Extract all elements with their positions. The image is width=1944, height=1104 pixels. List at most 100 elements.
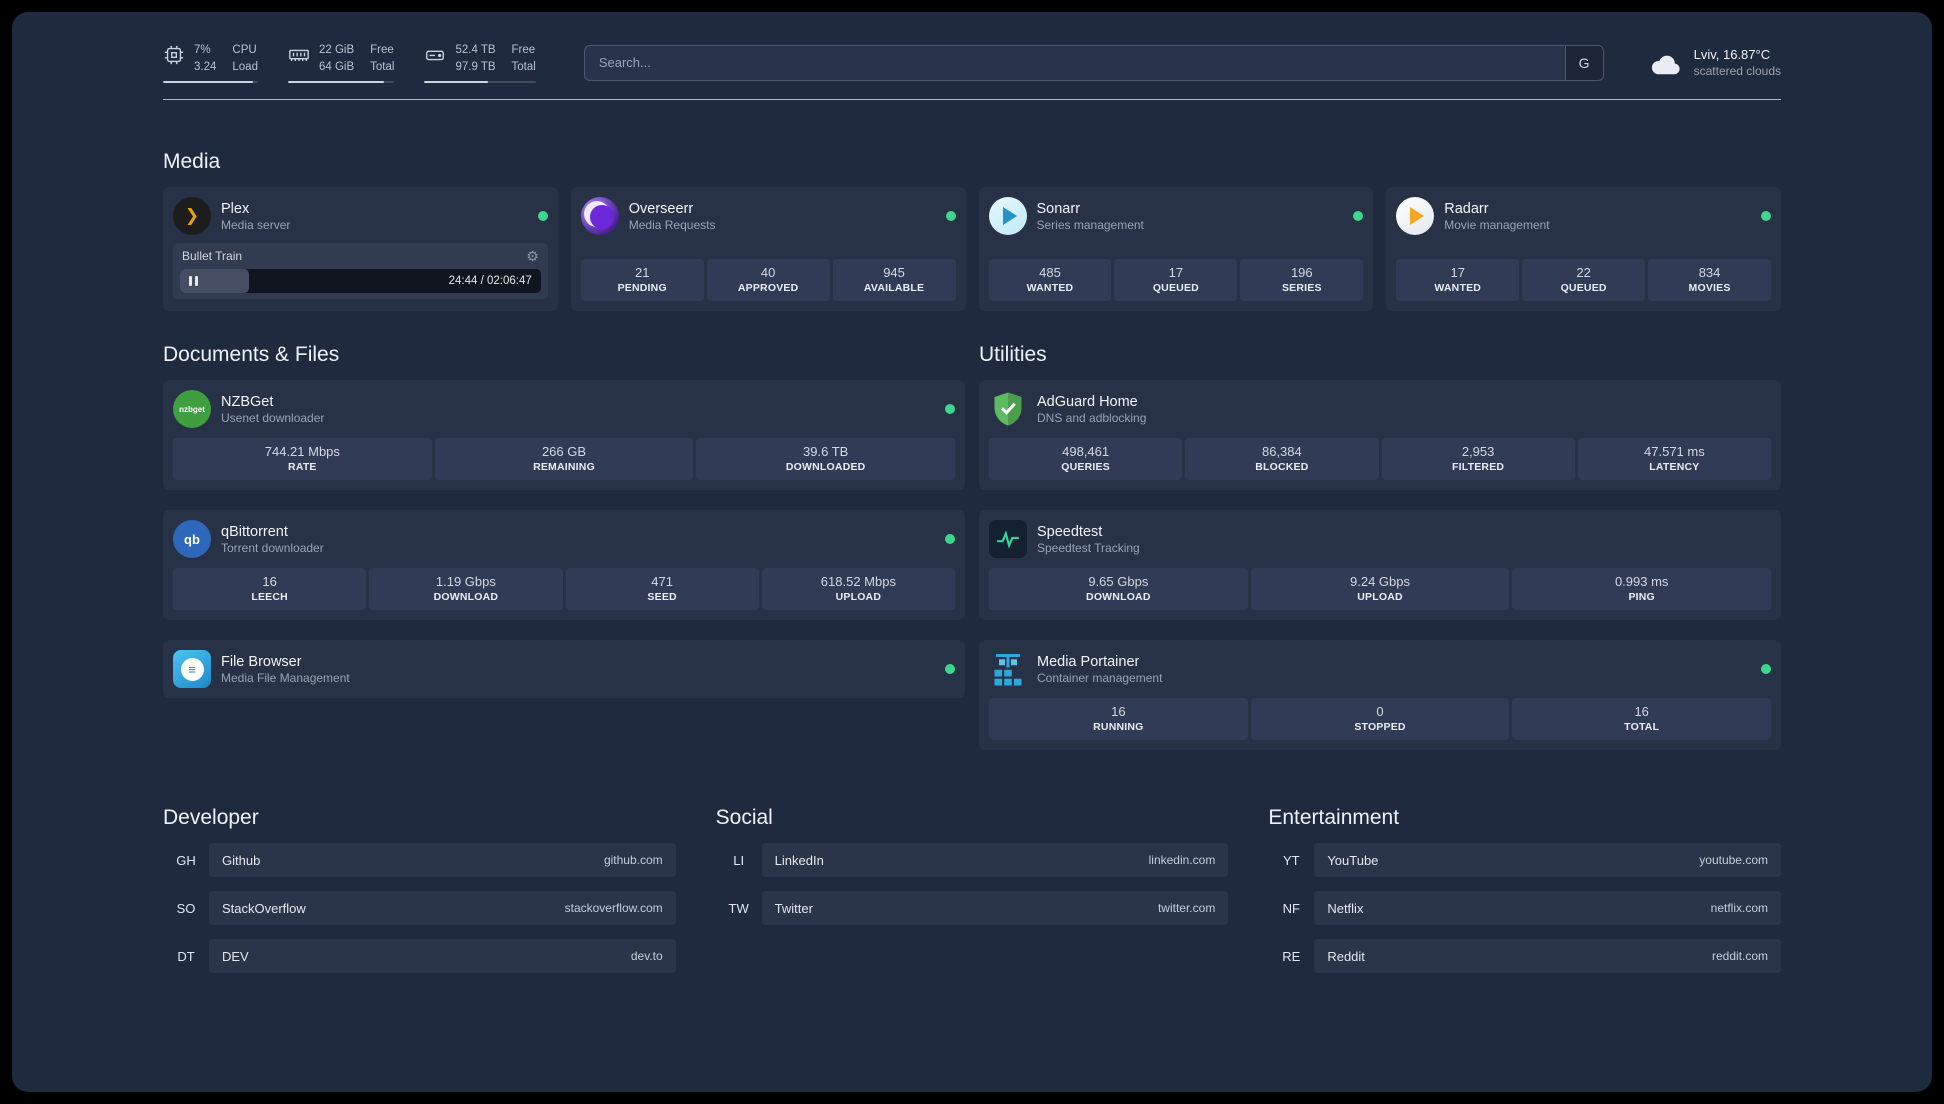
bookmark-dev[interactable]: DT DEV dev.to — [163, 939, 676, 974]
cpu-load-value: 3.24 — [194, 60, 217, 73]
service-card-overseerr[interactable]: Overseerr Media Requests 21 PENDING 40 A… — [570, 187, 966, 312]
service-card-filebrowser[interactable]: ≡ File Browser Media File Management — [163, 640, 965, 699]
bookmark-link[interactable]: DEV dev.to — [209, 939, 676, 974]
adguard-shield-icon — [989, 390, 1027, 428]
status-dot — [945, 534, 955, 545]
service-card-qbittorrent[interactable]: qb qBittorrent Torrent downloader 16 LEE… — [163, 510, 965, 621]
bookmark-abbr: YT — [1283, 852, 1300, 868]
cpu-usage-bar — [163, 80, 258, 84]
bookmark-stackoverflow[interactable]: SO StackOverflow stackoverflow.com — [163, 891, 676, 926]
stat-tile: 16 TOTAL — [1512, 698, 1772, 741]
stat-tile: 498,461 QUERIES — [989, 438, 1183, 481]
service-name: Sonarr — [1036, 200, 1081, 217]
bookmark-link[interactable]: Netflix netflix.com — [1314, 891, 1781, 926]
disk-total-label: Total — [511, 60, 536, 73]
service-name: File Browser — [221, 653, 302, 670]
filebrowser-icon: ≡ — [173, 650, 211, 689]
dashboard-frame: 7% 3.24 CPU Load 22 GiB 64 GiB Free Tota… — [12, 12, 1932, 1092]
service-card-radarr[interactable]: Radarr Movie management 17 WANTED 22 QUE… — [1386, 187, 1781, 312]
disk-total-value: 97.9 TB — [455, 60, 496, 73]
service-desc: Speedtest Tracking — [1037, 540, 1140, 555]
stat-tile: 0 STOPPED — [1250, 698, 1510, 741]
bookmark-twitter[interactable]: TW Twitter twitter.com — [716, 891, 1229, 926]
memory-widget: 22 GiB 64 GiB Free Total — [287, 42, 395, 84]
bookmark-link[interactable]: Reddit reddit.com — [1314, 939, 1781, 974]
bookmark-github[interactable]: GH Github github.com — [163, 843, 676, 878]
stat-tile: 485 WANTED — [988, 259, 1112, 302]
bookmark-netflix[interactable]: NF Netflix netflix.com — [1268, 891, 1781, 926]
stat-tile: 22 QUEUED — [1522, 259, 1646, 302]
cloud-icon — [1648, 48, 1684, 78]
bookmark-abbr: RE — [1282, 948, 1301, 964]
bookmark-abbr: TW — [728, 900, 749, 916]
qbittorrent-icon: qb — [173, 520, 211, 559]
stat-tile: 196 SERIES — [1240, 259, 1364, 302]
weather-widget[interactable]: Lviv, 16.87°C scattered clouds — [1648, 46, 1781, 80]
stat-tile: 21 PENDING — [580, 259, 704, 302]
playback-time: 24:44 / 02:06:47 — [448, 275, 532, 288]
memory-usage-bar — [287, 80, 395, 84]
cpu-percent: 7% — [194, 44, 211, 56]
bookmark-abbr: GH — [176, 852, 196, 868]
bookmark-group-social: Social LI LinkedIn linkedin.com TW Twitt… — [716, 806, 1229, 987]
service-card-plex[interactable]: ❯ Plex Media server Bullet Train ⚙ 24:44… — [163, 187, 558, 312]
documents-section-title: Documents & Files — [163, 343, 340, 367]
bookmark-link[interactable]: StackOverflow stackoverflow.com — [209, 891, 676, 926]
stat-tile: 47.571 ms LATENCY — [1577, 438, 1771, 481]
status-dot — [537, 211, 548, 222]
stat-tile: 86,384 BLOCKED — [1185, 438, 1379, 481]
disk-usage-bar — [424, 80, 536, 84]
bookmark-abbr: SO — [176, 900, 196, 916]
stat-tile: 618.52 Mbps UPLOAD — [761, 568, 955, 611]
service-card-nzbget[interactable]: nzbget NZBGet Usenet downloader 744.21 M… — [163, 380, 965, 491]
bookmark-group-developer: Developer GH Github github.com SO StackO… — [163, 806, 676, 987]
memory-total-label: Total — [370, 60, 395, 73]
service-desc: Series management — [1036, 217, 1144, 232]
bookmark-abbr: LI — [733, 852, 745, 868]
service-desc: Media File Management — [221, 670, 350, 685]
service-name: Plex — [221, 200, 250, 217]
service-card-adguard[interactable]: AdGuard Home DNS and adblocking 498,461 … — [979, 380, 1781, 491]
service-card-portainer[interactable]: Media Portainer Container management 16 … — [979, 640, 1781, 751]
stat-tile: 39.6 TB DOWNLOADED — [696, 438, 956, 481]
cpu-chip-icon — [163, 44, 185, 66]
disk-icon — [424, 44, 446, 66]
bookmark-link[interactable]: LinkedIn linkedin.com — [761, 843, 1229, 878]
service-card-speedtest[interactable]: Speedtest Speedtest Tracking 9.65 Gbps D… — [979, 510, 1781, 621]
service-desc: Movie management — [1444, 217, 1550, 232]
status-dot — [945, 664, 955, 675]
stat-tile: 2,953 FILTERED — [1381, 438, 1575, 481]
stat-tile: 17 WANTED — [1396, 259, 1520, 302]
memory-icon — [288, 44, 310, 66]
service-name: Speedtest — [1037, 523, 1103, 540]
search-input[interactable] — [584, 45, 1565, 80]
pause-icon[interactable] — [189, 276, 198, 287]
cpu-widget: 7% 3.24 CPU Load — [163, 42, 258, 84]
status-dot — [945, 211, 956, 222]
stat-tile: 17 QUEUED — [1114, 259, 1238, 302]
portainer-icon — [989, 650, 1027, 688]
bookmark-link[interactable]: Twitter twitter.com — [761, 891, 1229, 926]
weather-location: Lviv, 16.87°C — [1693, 46, 1771, 62]
bookmark-reddit[interactable]: RE Reddit reddit.com — [1268, 939, 1781, 974]
stat-tile: 834 MOVIES — [1648, 259, 1772, 302]
gear-icon[interactable]: ⚙ — [526, 249, 539, 263]
bookmark-linkedin[interactable]: LI LinkedIn linkedin.com — [716, 843, 1229, 878]
stat-tile: 9.24 Gbps UPLOAD — [1250, 568, 1510, 611]
bookmark-link[interactable]: YouTube youtube.com — [1314, 843, 1781, 878]
service-name: AdGuard Home — [1037, 393, 1138, 410]
search-provider-button[interactable]: G — [1564, 45, 1603, 80]
speedtest-icon — [989, 520, 1027, 559]
social-group-title: Social — [715, 806, 773, 830]
service-card-sonarr[interactable]: Sonarr Series management 485 WANTED 17 Q… — [978, 187, 1374, 312]
bookmark-youtube[interactable]: YT YouTube youtube.com — [1268, 843, 1781, 878]
disk-free-value: 52.4 TB — [455, 44, 496, 56]
search-bar: G — [583, 44, 1604, 81]
plex-icon: ❯ — [173, 197, 211, 236]
playback-progress-bar[interactable]: 24:44 / 02:06:47 — [180, 269, 541, 294]
radarr-icon — [1396, 197, 1435, 236]
topbar: 7% 3.24 CPU Load 22 GiB 64 GiB Free Tota… — [163, 42, 1781, 84]
sonarr-icon — [988, 197, 1027, 236]
bookmark-link[interactable]: Github github.com — [209, 843, 676, 878]
service-desc: Media Requests — [628, 217, 716, 232]
